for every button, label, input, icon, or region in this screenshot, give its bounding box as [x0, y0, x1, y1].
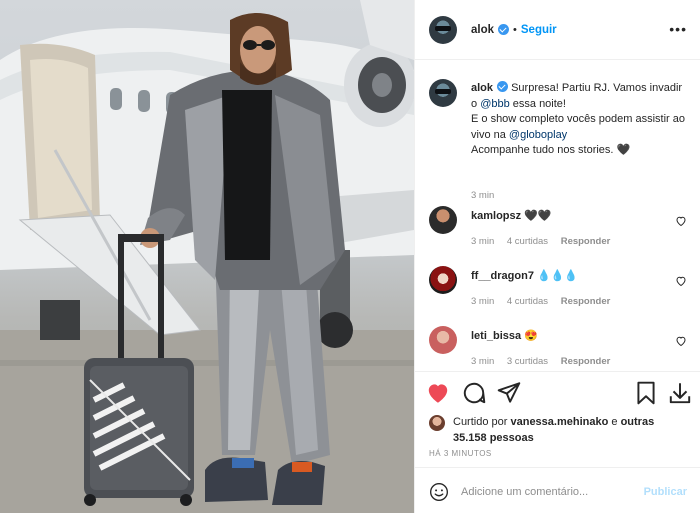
- commenter-avatar[interactable]: [429, 326, 457, 354]
- add-comment-bar: Publicar: [415, 467, 700, 513]
- post-panel: alok • Seguir ••• alok Surpresa! Partiu …: [414, 0, 700, 513]
- caption-line-3: E o show completo vocês podem assistir a…: [471, 113, 685, 141]
- comment-like-heart-icon[interactable]: [675, 335, 687, 347]
- liked-middle: e: [608, 416, 621, 428]
- liker-username[interactable]: vanessa.mehinako: [510, 416, 608, 428]
- reply-button[interactable]: Responder: [561, 356, 611, 367]
- comment-text: kamlopsz 🖤🖤: [471, 209, 552, 222]
- post-image: [0, 0, 414, 513]
- comment-bubble-icon[interactable]: [461, 380, 487, 406]
- comment-body: 😍: [524, 330, 538, 342]
- comment-time[interactable]: 3 min: [471, 296, 494, 307]
- comment-text: ff__dragon7 💧💧💧: [471, 269, 578, 282]
- author-avatar[interactable]: [429, 15, 457, 44]
- comment-text: leti_bissa 😍: [471, 329, 538, 342]
- reply-button[interactable]: Responder: [561, 236, 611, 247]
- commenter-avatar[interactable]: [429, 206, 457, 234]
- caption-time[interactable]: 3 min: [471, 190, 494, 201]
- post-timestamp[interactable]: HÁ 3 MINUTOS: [429, 449, 492, 458]
- follow-button[interactable]: Seguir: [521, 24, 557, 36]
- comment-likes[interactable]: 4 curtidas: [507, 296, 548, 307]
- comment-body: 💧💧💧: [537, 270, 579, 282]
- comment-meta: 3 min 4 curtidas Responder: [471, 236, 620, 247]
- commenter-username[interactable]: kamlopsz: [471, 210, 521, 222]
- comment-item: ff__dragon7 💧💧💧 3 min 4 curtidas Respond…: [429, 264, 691, 314]
- comments-section[interactable]: alok Surpresa! Partiu RJ. Vamos invadir …: [415, 61, 700, 371]
- caption-line-4: Acompanhe tudo nos stories.: [471, 144, 617, 156]
- comment-input[interactable]: [461, 482, 641, 502]
- caption-username[interactable]: alok: [471, 82, 493, 94]
- reply-button[interactable]: Responder: [561, 296, 611, 307]
- like-heart-icon[interactable]: [425, 380, 451, 406]
- author-username[interactable]: alok: [471, 24, 494, 36]
- comment-item: leti_bissa 😍 3 min 3 curtidas Responder: [429, 324, 691, 374]
- comment-time[interactable]: 3 min: [471, 356, 494, 367]
- commenter-username[interactable]: ff__dragon7: [471, 270, 534, 282]
- post-header: alok • Seguir •••: [415, 0, 700, 60]
- mention-link[interactable]: @globoplay: [509, 129, 567, 141]
- comment-time[interactable]: 3 min: [471, 236, 494, 247]
- comment-likes[interactable]: 4 curtidas: [507, 236, 548, 247]
- comment-like-heart-icon[interactable]: [675, 275, 687, 287]
- comment-item: kamlopsz 🖤🖤 3 min 4 curtidas Responder: [429, 204, 691, 254]
- verified-badge-icon: [498, 24, 510, 35]
- mention-link[interactable]: @bbb: [480, 98, 510, 110]
- liker-avatar[interactable]: [429, 415, 445, 431]
- separator-dot: •: [513, 23, 517, 36]
- caption-text: alok Surpresa! Partiu RJ. Vamos invadir …: [471, 81, 689, 159]
- comment-like-heart-icon[interactable]: [675, 215, 687, 227]
- more-options-icon[interactable]: •••: [669, 22, 687, 36]
- post-photo[interactable]: [0, 0, 414, 513]
- caption-emoji: 🖤: [616, 144, 631, 156]
- verified-badge-icon: [497, 81, 509, 92]
- share-send-icon[interactable]: [496, 380, 522, 406]
- comment-likes[interactable]: 3 curtidas: [507, 356, 548, 367]
- liked-by-text: Curtido por vanessa.mehinako e outras 35…: [453, 414, 683, 446]
- download-icon[interactable]: [667, 380, 693, 406]
- comment-body: 🖤🖤: [524, 210, 552, 222]
- commenter-avatar[interactable]: [429, 266, 457, 294]
- caption-line-2: essa noite!: [509, 97, 566, 110]
- caption-avatar[interactable]: [429, 79, 457, 107]
- publish-button[interactable]: Publicar: [644, 486, 687, 498]
- commenter-username[interactable]: leti_bissa: [471, 330, 521, 342]
- comment-meta: 3 min 3 curtidas Responder: [471, 356, 620, 367]
- emoji-icon[interactable]: [429, 482, 449, 502]
- liked-prefix: Curtido por: [453, 416, 511, 428]
- save-bookmark-icon[interactable]: [633, 380, 659, 406]
- comment-meta: 3 min 4 curtidas Responder: [471, 296, 620, 307]
